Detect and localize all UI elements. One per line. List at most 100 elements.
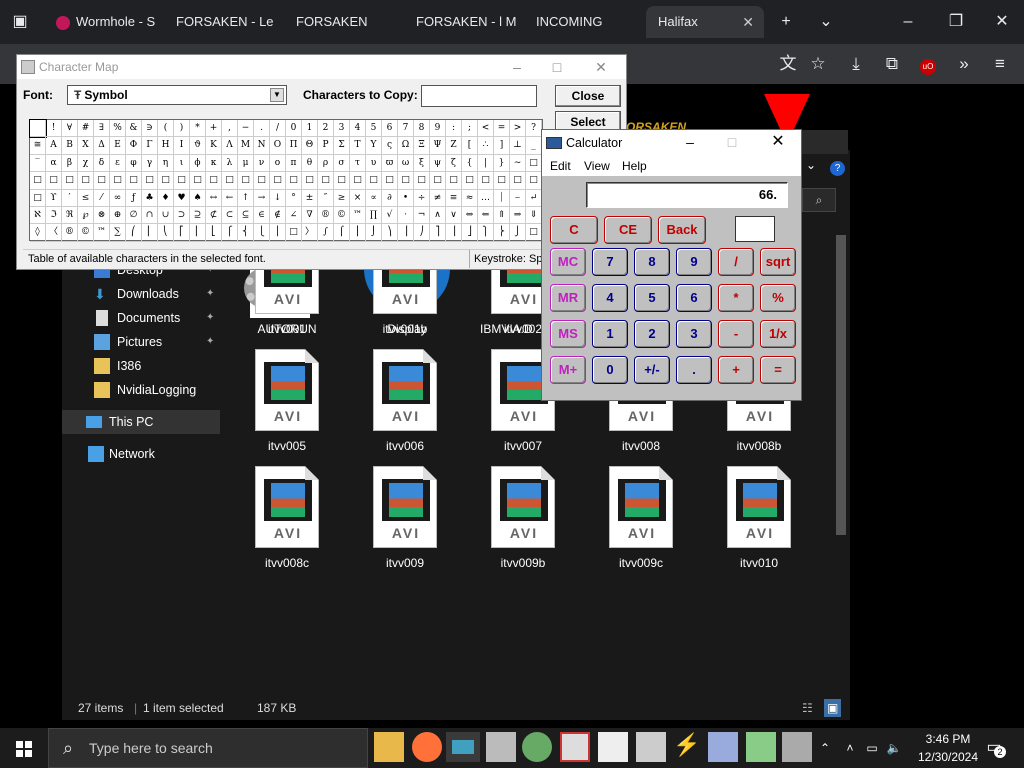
character-cell[interactable]: / — [270, 120, 286, 138]
character-cell[interactable]: φ — [126, 154, 142, 173]
character-cell[interactable]: λ — [222, 154, 238, 173]
character-cell[interactable]: ! — [46, 120, 62, 138]
character-cell[interactable]: ) — [174, 120, 190, 138]
tab-search-icon[interactable]: ⌄ — [810, 6, 842, 38]
character-cell[interactable]: Σ — [334, 137, 350, 155]
character-cell[interactable]: Ο — [270, 137, 286, 155]
sidebar-item-i386[interactable]: I386 — [62, 354, 220, 378]
character-cell[interactable]: ⎥ — [446, 224, 462, 242]
sidebar-item-nvidialogging[interactable]: NvidiaLogging — [62, 378, 220, 402]
character-cell[interactable]: □ — [126, 172, 142, 190]
memory-store-button[interactable]: MS — [550, 320, 586, 348]
character-cell[interactable]: { — [462, 154, 478, 173]
window-close-icon[interactable]: ✕ — [986, 6, 1018, 38]
character-cell[interactable]: ↑ — [238, 189, 254, 207]
memory-clear-button[interactable]: MC — [550, 248, 586, 276]
character-cell[interactable]: Β — [62, 137, 78, 155]
character-cell[interactable]: π — [286, 154, 302, 173]
character-cell[interactable]: 2 — [318, 120, 334, 138]
character-cell[interactable]: | — [478, 154, 494, 173]
character-cell[interactable]: ± — [302, 189, 318, 207]
character-cell[interactable]: © — [334, 206, 350, 225]
character-cell[interactable]: ⇑ — [494, 206, 510, 225]
notification-icon[interactable]: ▭ 2 — [982, 728, 1006, 768]
character-cell[interactable]: μ — [238, 154, 254, 173]
character-cell[interactable]: □ — [30, 189, 46, 207]
character-cell[interactable]: ≥ — [334, 189, 350, 207]
character-cell[interactable]: ∼ — [510, 154, 526, 173]
taskbar-search[interactable]: ⌕ Type here to search — [48, 728, 368, 768]
character-cell[interactable]: ⎮ — [350, 224, 366, 242]
chevron-down-icon[interactable]: ▼ — [270, 88, 284, 102]
character-cell[interactable]: ϕ — [190, 154, 206, 173]
character-cell[interactable]: & — [126, 120, 142, 138]
character-cell[interactable]: ← — [222, 189, 238, 207]
character-cell[interactable]: • — [398, 189, 414, 207]
character-cell[interactable]: ″ — [318, 189, 334, 207]
vertical-scrollbar[interactable] — [836, 235, 846, 535]
character-cell[interactable]: − — [238, 120, 254, 138]
character-cell[interactable]: Ψ — [430, 137, 446, 155]
close-icon[interactable]: ✕ — [742, 6, 754, 38]
extensions-icon[interactable]: ⧉ — [876, 48, 908, 80]
character-cell[interactable]: ⏐ — [494, 189, 510, 207]
character-cell[interactable]: □ — [94, 172, 110, 190]
character-cell[interactable]: < — [478, 120, 494, 138]
character-cell[interactable]: ∑ — [110, 224, 126, 242]
minimize-icon[interactable]: – — [892, 6, 924, 38]
file-item[interactable]: AVI itvv010 — [704, 462, 814, 577]
character-cell[interactable]: ⇔ — [462, 206, 478, 225]
character-cell[interactable]: ψ — [430, 154, 446, 173]
character-cell[interactable]: Ξ — [414, 137, 430, 155]
character-cell[interactable]: ♦ — [158, 189, 174, 207]
character-cell[interactable]: Η — [158, 137, 174, 155]
character-cell[interactable]: □ — [366, 172, 382, 190]
character-cell[interactable]: ⌠ — [334, 224, 350, 242]
character-cell[interactable]: ⎤ — [430, 224, 446, 242]
calc-key[interactable]: 6 — [676, 284, 712, 312]
character-cell[interactable]: * — [190, 120, 206, 138]
character-cell[interactable]: ♣ — [142, 189, 158, 207]
character-cell[interactable]: ⎣ — [206, 224, 222, 242]
character-cell[interactable]: ∪ — [158, 206, 174, 225]
computer-taskbar-icon[interactable] — [636, 732, 666, 762]
character-cell[interactable]: □ — [526, 154, 542, 173]
calc-key[interactable]: 7 — [592, 248, 628, 276]
character-cell[interactable]: Ι — [174, 137, 190, 155]
character-cell[interactable]: □ — [254, 172, 270, 190]
character-cell[interactable]: ≡ — [446, 189, 462, 207]
character-cell[interactable]: ο — [270, 154, 286, 173]
character-cell[interactable]: □ — [206, 172, 222, 190]
character-cell[interactable]: ⎢ — [190, 224, 206, 242]
character-cell[interactable]: ∝ — [366, 189, 382, 207]
character-cell[interactable]: ⎦ — [462, 224, 478, 242]
character-cell[interactable]: _ — [526, 137, 542, 155]
character-cell[interactable]: ∫ — [318, 224, 334, 242]
calc-key[interactable]: 4 — [592, 284, 628, 312]
character-cell[interactable]: ν — [254, 154, 270, 173]
character-cell[interactable]: □ — [334, 172, 350, 190]
calc-key[interactable]: + — [718, 356, 754, 384]
character-cell[interactable]: Ω — [398, 137, 414, 155]
character-cell[interactable]: ; — [462, 120, 478, 138]
character-cell[interactable]: ϑ — [190, 137, 206, 155]
chevron-up-icon[interactable]: ⌃ — [818, 728, 832, 768]
character-cell[interactable]: ∴ — [478, 137, 494, 155]
character-cell[interactable]: ⎞ — [382, 224, 398, 242]
file-item[interactable]: AVI itvv008c — [232, 462, 342, 577]
minimize-icon[interactable]: – — [670, 130, 710, 154]
character-cell[interactable]: ∂ — [382, 189, 398, 207]
character-cell[interactable]: ⎧ — [222, 224, 238, 242]
calc-key[interactable]: 9 — [676, 248, 712, 276]
file-item[interactable]: AVI itvv009b — [468, 462, 578, 577]
sidebar-item-documents[interactable]: Documents ✦ — [62, 306, 220, 330]
character-cell[interactable]: ϖ — [382, 154, 398, 173]
character-cell[interactable]: ⇓ — [526, 206, 542, 225]
clock-taskbar-icon[interactable] — [560, 732, 590, 762]
calc-key[interactable]: +/- — [634, 356, 670, 384]
character-cell[interactable]: γ — [142, 154, 158, 173]
character-cell[interactable]: 7 — [398, 120, 414, 138]
character-cell[interactable]: ≠ — [430, 189, 446, 207]
character-cell[interactable]: → — [254, 189, 270, 207]
character-cell[interactable]: ⇒ — [510, 206, 526, 225]
